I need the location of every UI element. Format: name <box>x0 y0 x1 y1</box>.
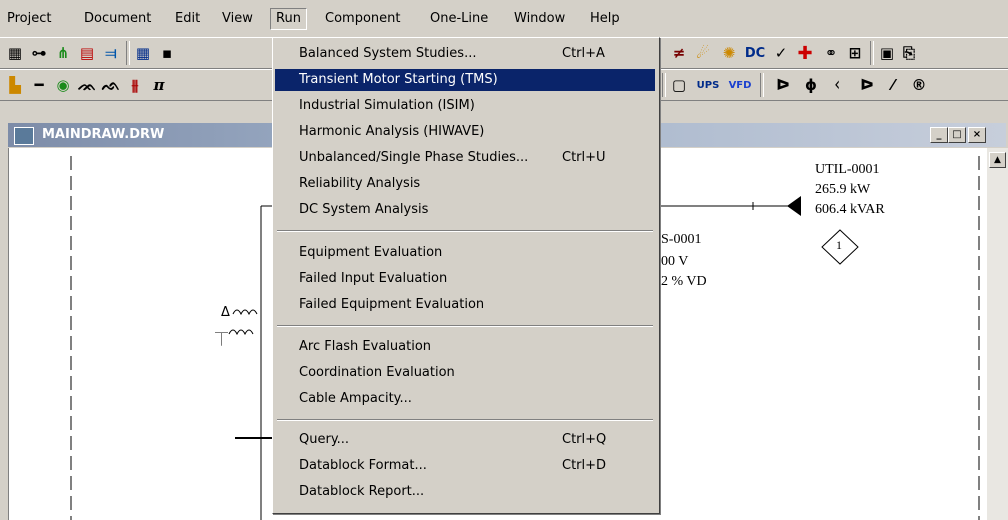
vertical-scrollbar[interactable]: ▲ <box>987 148 1008 520</box>
relay-icon[interactable]: ᐅ <box>856 74 878 96</box>
menu-datablock-report[interactable]: Datablock Report... <box>275 481 655 503</box>
util-marker: 1 <box>836 238 842 252</box>
menu-project[interactable]: Project <box>2 9 56 29</box>
close-button[interactable]: × <box>968 127 986 143</box>
frame-icon[interactable]: ▢ <box>668 74 690 96</box>
maximize-button[interactable]: □ <box>948 127 966 143</box>
report-icon[interactable]: ▤ <box>76 42 98 64</box>
fuse-icon[interactable]: ᐅ <box>772 74 794 96</box>
drawing-icon <box>14 127 34 145</box>
util-kvar: 606.4 kVAR <box>815 202 885 217</box>
grid-icon[interactable]: ▦ <box>132 42 154 64</box>
menu-help[interactable]: Help <box>585 9 625 29</box>
transformer3-icon[interactable]: ᨒ <box>100 74 122 96</box>
menu-reliability-analysis[interactable]: Reliability Analysis <box>275 173 655 195</box>
menu-failed-input-evaluation[interactable]: Failed Input Evaluation <box>275 268 655 290</box>
chart-icon[interactable]: ⫤ <box>100 42 122 64</box>
menu-document[interactable]: Document <box>79 9 156 29</box>
menu-separator <box>277 325 653 327</box>
filter-icon[interactable]: ⫵ <box>124 74 146 96</box>
export-icon[interactable]: ⎘ <box>898 42 920 64</box>
menu-arc-flash-evaluation[interactable]: Arc Flash Evaluation <box>275 336 655 358</box>
menu-dc-system-analysis[interactable]: DC System Analysis <box>275 199 655 221</box>
menu-component[interactable]: Component <box>320 9 405 29</box>
menu-industrial-simulation[interactable]: Industrial Simulation (ISIM) <box>275 95 655 117</box>
panel-icon[interactable]: ▣ <box>876 42 898 64</box>
vfd-button[interactable]: VFD <box>726 74 754 96</box>
dc-button[interactable]: DC <box>744 42 766 64</box>
ups-button[interactable]: UPS <box>694 74 722 96</box>
svg-text:Δ: Δ <box>221 305 230 320</box>
menu-balanced-system-studies[interactable]: Balanced System Studies... Ctrl+A <box>275 43 655 65</box>
tree-icon[interactable]: ⊶ <box>28 42 50 64</box>
menu-equipment-evaluation[interactable]: Equipment Evaluation <box>275 242 655 264</box>
menu-view[interactable]: View <box>217 9 258 29</box>
cross-icon[interactable]: ✚ <box>794 42 816 64</box>
menu-query[interactable]: Query... Ctrl+Q <box>275 429 655 451</box>
pi-icon[interactable]: π <box>148 74 170 96</box>
breaker-icon[interactable]: ϕ <box>800 74 822 96</box>
document-title: MAINDRAW.DRW <box>42 127 165 142</box>
scroll-up-icon[interactable]: ▲ <box>989 152 1006 168</box>
bus-name: S-0001 <box>661 232 702 247</box>
menu-cable-ampacity[interactable]: Cable Ampacity... <box>275 388 655 410</box>
disconnect-icon[interactable]: ⁄ <box>882 74 904 96</box>
bus-voltage: 00 V <box>661 254 689 269</box>
not-equal-icon[interactable]: ≠ <box>668 42 690 64</box>
table-icon[interactable]: ⊞ <box>844 42 866 64</box>
bus-vd: 2 % VD <box>661 274 707 289</box>
util-name: UTIL-0001 <box>815 162 880 177</box>
binoculars-icon[interactable]: ⚭ <box>820 42 842 64</box>
menu-run[interactable]: Run <box>270 8 307 30</box>
menu-coordination-evaluation[interactable]: Coordination Evaluation <box>275 362 655 384</box>
menu-transient-motor-starting[interactable]: Transient Motor Starting (TMS) <box>275 69 655 91</box>
menu-unbalanced-studies[interactable]: Unbalanced/Single Phase Studies... Ctrl+… <box>275 147 655 169</box>
util-kw: 265.9 kW <box>815 182 871 197</box>
minimize-button[interactable]: _ <box>930 127 948 143</box>
menu-one-line[interactable]: One-Line <box>425 9 493 29</box>
menu-window[interactable]: Window <box>509 9 570 29</box>
runner-icon[interactable]: ☄ <box>692 42 714 64</box>
switch-icon[interactable]: ᚲ <box>826 74 848 96</box>
wave-icon[interactable]: ⋔ <box>52 42 74 64</box>
burst-icon[interactable]: ✺ <box>718 42 740 64</box>
menu-bar: Project Document Edit View Run Component… <box>0 0 1008 37</box>
run-menu-dropdown: Balanced System Studies... Ctrl+A Transi… <box>272 37 660 514</box>
generator-icon[interactable]: ◉ <box>52 74 74 96</box>
menu-harmonic-analysis[interactable]: Harmonic Analysis (HIWAVE) <box>275 121 655 143</box>
save-icon[interactable]: ▪ <box>156 42 178 64</box>
menu-separator <box>277 230 653 232</box>
menu-edit[interactable]: Edit <box>170 9 205 29</box>
svg-text:⏉: ⏉ <box>215 333 228 348</box>
transformer-icon[interactable]: ᨏ <box>76 74 98 96</box>
bar-chart-icon[interactable]: ▙ <box>4 74 26 96</box>
bus-icon[interactable]: ━ <box>28 74 50 96</box>
menu-separator <box>277 419 653 421</box>
menu-failed-equipment-evaluation[interactable]: Failed Equipment Evaluation <box>275 294 655 316</box>
registered-icon[interactable]: ® <box>908 74 930 96</box>
check-icon[interactable]: ✓ <box>770 42 792 64</box>
layout-icon[interactable]: ▦ <box>4 42 26 64</box>
menu-datablock-format[interactable]: Datablock Format... Ctrl+D <box>275 455 655 477</box>
